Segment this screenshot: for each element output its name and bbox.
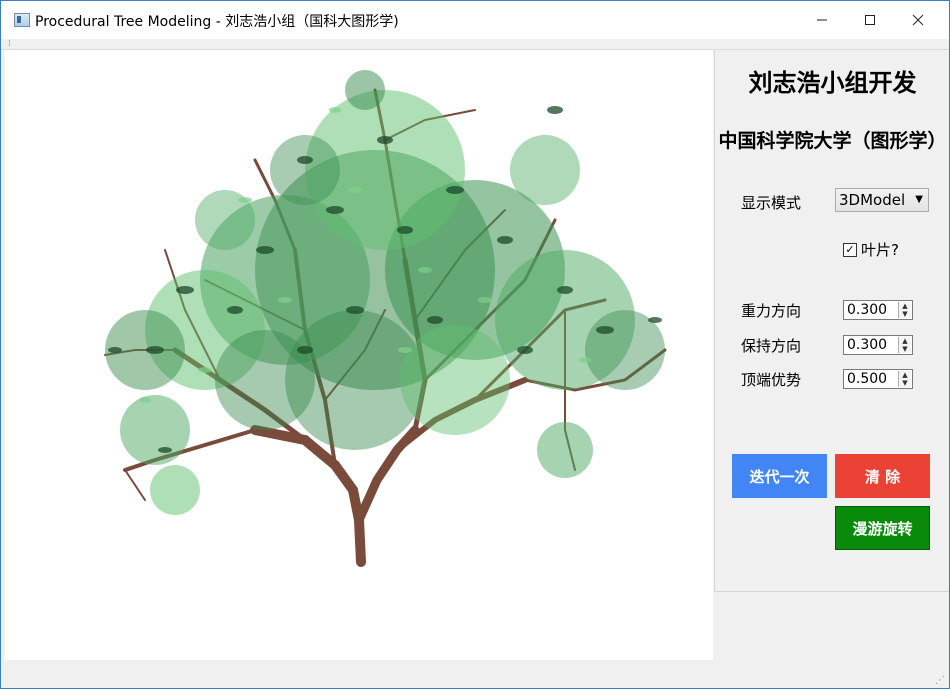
spin-arrows-icon[interactable]: ▲ ▼ xyxy=(898,302,911,318)
checkbox-checked-icon: ✓ xyxy=(843,242,857,257)
maximize-button[interactable] xyxy=(847,1,893,39)
tree-viewport[interactable] xyxy=(5,50,713,660)
panel-subheading: 中国科学院大学（图形学） xyxy=(718,130,947,152)
keep-direction-spinbox[interactable]: 0.300 ▲ ▼ xyxy=(843,335,913,355)
spin-arrows-icon[interactable]: ▲ ▼ xyxy=(898,337,911,353)
gravity-label: 重力方向 xyxy=(741,302,802,320)
panel-heading: 刘志浩小组开发 xyxy=(748,69,917,97)
control-panel: 刘志浩小组开发 中国科学院大学（图形学） 显示模式 3DModel ▼ ✓ 叶片… xyxy=(714,50,949,592)
resize-grip-icon[interactable]: ⋰ xyxy=(935,675,945,686)
maximize-icon xyxy=(865,15,875,25)
display-mode-label: 显示模式 xyxy=(741,194,802,212)
window-title: Procedural Tree Modeling - 刘志浩小组（国科大图形学) xyxy=(35,14,399,30)
close-icon xyxy=(912,14,924,26)
toolbar-strip: ⁞ xyxy=(1,39,949,50)
display-mode-select[interactable]: 3DModel ▼ xyxy=(835,188,929,212)
leaves-label: 叶片? xyxy=(861,241,899,259)
toolbar-grip-icon[interactable]: ⁞ xyxy=(8,40,11,49)
apical-dominance-value: 0.500 xyxy=(847,371,888,387)
gravity-spinbox[interactable]: 0.300 ▲ ▼ xyxy=(843,300,913,320)
leaves-checkbox[interactable]: ✓ 叶片? xyxy=(843,239,899,260)
keep-direction-value: 0.300 xyxy=(847,337,888,353)
keep-direction-label: 保持方向 xyxy=(741,337,802,355)
clear-button[interactable]: 清 除 xyxy=(835,454,930,498)
chevron-down-icon: ▼ xyxy=(915,194,923,205)
app-icon xyxy=(14,13,30,27)
gravity-value: 0.300 xyxy=(847,302,888,318)
tree-render xyxy=(104,70,667,567)
title-bar: Procedural Tree Modeling - 刘志浩小组（国科大图形学) xyxy=(1,1,949,39)
minimize-icon xyxy=(817,19,827,21)
minimize-button[interactable] xyxy=(799,1,845,39)
apical-dominance-label: 顶端优势 xyxy=(741,371,802,389)
status-bar: ⋰ xyxy=(1,661,949,688)
close-button[interactable] xyxy=(895,1,941,39)
app-window: Procedural Tree Modeling - 刘志浩小组（国科大图形学)… xyxy=(0,0,950,689)
spin-arrows-icon[interactable]: ▲ ▼ xyxy=(898,371,911,387)
display-mode-value: 3DModel xyxy=(839,191,906,209)
iterate-button[interactable]: 迭代一次 xyxy=(732,454,827,498)
apical-dominance-spinbox[interactable]: 0.500 ▲ ▼ xyxy=(843,369,913,389)
orbit-rotate-button[interactable]: 漫游旋转 xyxy=(835,506,930,550)
